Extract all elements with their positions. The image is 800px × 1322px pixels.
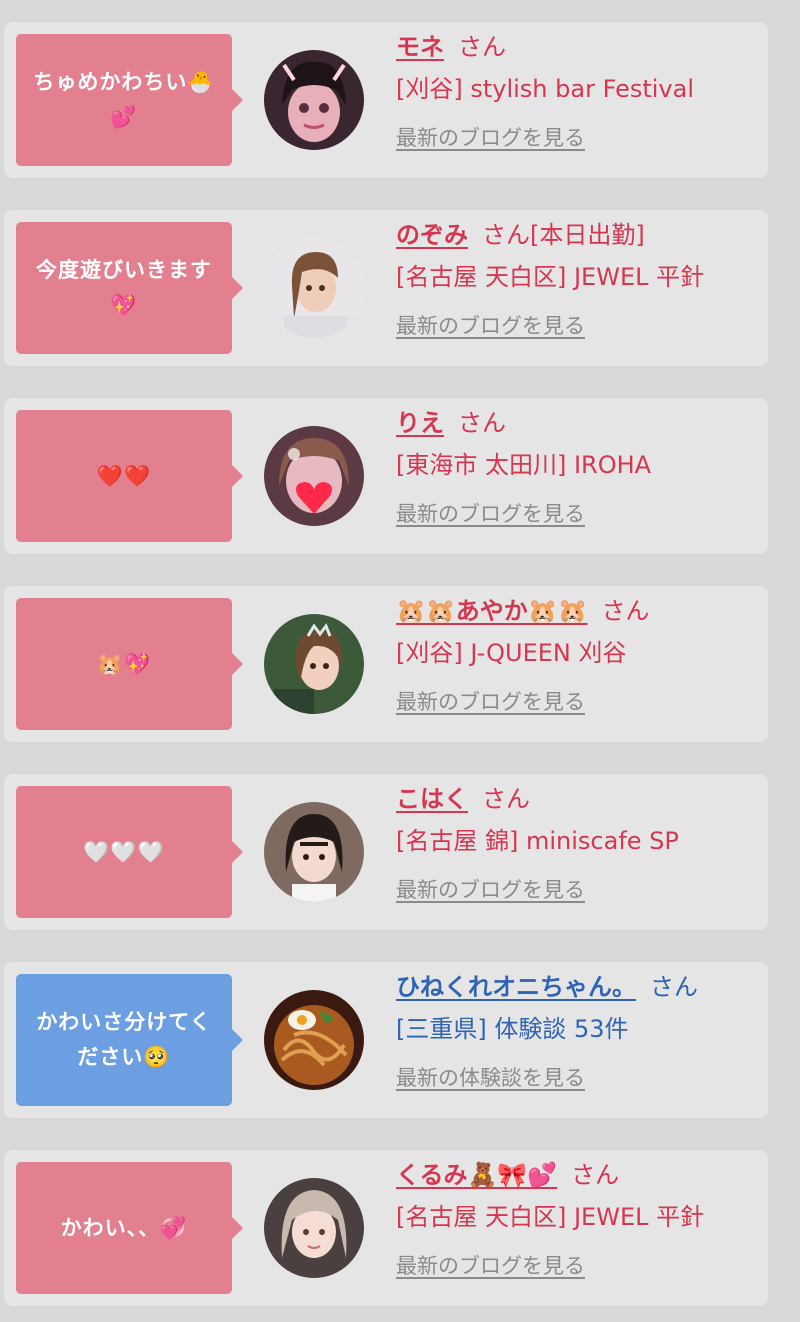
girl-avatar-icon[interactable] — [264, 426, 364, 526]
message-line: 🐹💖 — [96, 651, 152, 676]
message-line: 🤍🤍🤍 — [83, 839, 165, 864]
message-bubble: かわいさ分けてく ださい🥺 — [16, 974, 243, 1106]
message-list: ちゅめかわちい🐣 💕 モネ さん [刈谷] stylish bar Festiva… — [0, 0, 800, 1322]
message-line: かわい、、💞 — [60, 1215, 188, 1240]
message-line: 💕 — [110, 105, 138, 129]
card-info: ひねくれオニちゃん。 さん [三重県] 体験談 53件 最新の体験談を見る — [396, 968, 758, 1096]
message-line: ❤️❤️ — [96, 463, 152, 488]
shop-label: [名古屋 天白区] JEWEL 平針 — [396, 1203, 705, 1231]
message-line: 今度遊びいきます — [36, 258, 212, 282]
user-name-link[interactable]: のぞみ — [396, 221, 468, 249]
honorific: さん — [650, 973, 698, 1001]
honorific: さん — [482, 785, 530, 813]
honorific: さん[本日出勤] — [482, 221, 645, 249]
shop-label: [名古屋 天白区] JEWEL 平針 — [396, 263, 705, 291]
user-name-link[interactable]: ひねくれオニちゃん。 — [396, 973, 636, 1001]
user-name-link[interactable]: くるみ🧸🎀💕 — [396, 1161, 557, 1189]
message-line: ちゅめかわちい🐣 — [33, 70, 215, 94]
girl-avatar-icon[interactable] — [264, 1178, 364, 1278]
card-info: のぞみ さん[本日出勤] [名古屋 天白区] JEWEL 平針 最新のブログを見る — [396, 216, 758, 344]
shop-label: [東海市 太田川] IROHA — [396, 451, 652, 479]
card-info: 🐹🐹あやか🐹🐹 さん [刈谷] J-QUEEN 刈谷 最新のブログを見る — [396, 592, 758, 720]
girl-avatar-icon[interactable] — [264, 614, 364, 714]
message-bubble: かわい、、💞 — [16, 1162, 243, 1294]
list-item[interactable]: かわい、、💞 くるみ🧸🎀💕 さん [名古屋 天白区] JEWEL 平針 最新のブロ… — [4, 1150, 768, 1306]
list-item[interactable]: ちゅめかわちい🐣 💕 モネ さん [刈谷] stylish bar Festiva… — [4, 22, 768, 178]
girl-avatar-icon[interactable] — [264, 802, 364, 902]
user-name-link[interactable]: こはく — [396, 785, 468, 813]
message-line: かわいさ分けてく — [36, 1010, 212, 1034]
user-name-link[interactable]: モネ — [396, 33, 444, 61]
list-item[interactable]: 🤍🤍🤍 こはく さん [名古屋 錦] miniscafe SP 最新のブログを見る — [4, 774, 768, 930]
message-line: 💖 — [110, 293, 138, 317]
card-info: モネ さん [刈谷] stylish bar Festival 最新のブログを見る — [396, 28, 758, 156]
card-info: こはく さん [名古屋 錦] miniscafe SP 最新のブログを見る — [396, 780, 758, 908]
message-bubble: 🤍🤍🤍 — [16, 786, 243, 918]
shop-label: [刈谷] stylish bar Festival — [396, 75, 695, 103]
latest-blog-link[interactable]: 最新のブログを見る — [396, 308, 585, 344]
list-item[interactable]: ❤️❤️ りえ さん [東海市 太田川] IROHA 最新のブログを見る — [4, 398, 768, 554]
shop-label: [三重県] 体験談 53件 — [396, 1015, 629, 1043]
list-item[interactable]: 今度遊びいきます 💖 のぞみ さん[本日出勤] [名古屋 天白区] JEWEL 平… — [4, 210, 768, 366]
honorific: さん — [571, 1161, 620, 1189]
message-bubble: ちゅめかわちい🐣 💕 — [16, 34, 243, 166]
girl-avatar-icon[interactable] — [264, 238, 364, 338]
honorific: さん — [601, 597, 650, 625]
latest-blog-link[interactable]: 最新のブログを見る — [396, 684, 585, 720]
honorific: さん — [458, 33, 506, 61]
message-bubble: 🐹💖 — [16, 598, 243, 730]
girl-avatar-icon[interactable] — [264, 50, 364, 150]
user-name-link[interactable]: 🐹🐹あやか🐹🐹 — [396, 597, 588, 625]
list-item[interactable]: 🐹💖 🐹🐹あやか🐹🐹 さん [刈谷] J-QUEEN 刈谷 最新のブログを見る — [4, 586, 768, 742]
latest-blog-link[interactable]: 最新のブログを見る — [396, 496, 585, 532]
card-info: くるみ🧸🎀💕 さん [名古屋 天白区] JEWEL 平針 最新のブログを見る — [396, 1156, 758, 1284]
latest-blog-link[interactable]: 最新のブログを見る — [396, 120, 585, 156]
card-info: りえ さん [東海市 太田川] IROHA 最新のブログを見る — [396, 404, 758, 532]
shop-label: [名古屋 錦] miniscafe SP — [396, 827, 679, 855]
latest-blog-link[interactable]: 最新のブログを見る — [396, 1248, 585, 1284]
user-name-link[interactable]: りえ — [396, 409, 444, 437]
message-line: ださい🥺 — [77, 1045, 171, 1069]
message-bubble: 今度遊びいきます 💖 — [16, 222, 243, 354]
list-item[interactable]: かわいさ分けてく ださい🥺 ひねくれオニちゃん。 さん [三重県] 体験談 53件… — [4, 962, 768, 1118]
message-bubble: ❤️❤️ — [16, 410, 243, 542]
latest-blog-link[interactable]: 最新のブログを見る — [396, 872, 585, 908]
latest-review-link[interactable]: 最新の体験談を見る — [396, 1060, 585, 1096]
noodles-avatar-icon[interactable] — [264, 990, 364, 1090]
honorific: さん — [458, 409, 506, 437]
shop-label: [刈谷] J-QUEEN 刈谷 — [396, 639, 627, 667]
